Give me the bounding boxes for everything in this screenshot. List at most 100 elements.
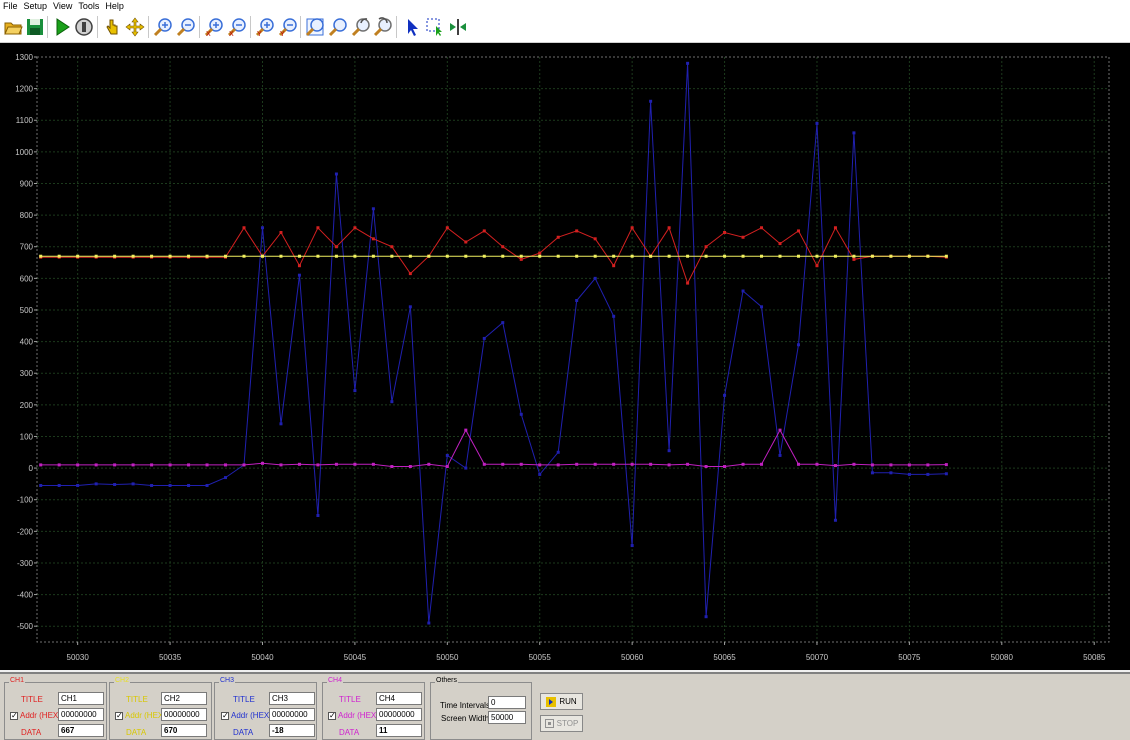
x-tick-label: 50045 — [344, 653, 367, 662]
play-button[interactable] — [51, 16, 73, 38]
menu-help[interactable]: Help — [102, 0, 127, 12]
series-4-point — [57, 463, 61, 467]
series-2-point — [519, 254, 523, 258]
select-region-button[interactable] — [424, 16, 446, 38]
ch2-title-field[interactable]: CH2 — [161, 692, 207, 705]
pointer-hand-button[interactable] — [101, 16, 123, 38]
stop-button[interactable]: STOP — [540, 715, 583, 732]
series-2-point — [593, 254, 597, 258]
series-1-point — [593, 237, 597, 241]
plot-area[interactable]: 1300 1200 1100 1000 900 800 700 600 500 400 300 200… — [0, 43, 1130, 670]
split-view-button[interactable] — [447, 16, 469, 38]
series-2-point — [279, 254, 283, 258]
ch4-enable-checkbox[interactable]: ✓ — [328, 712, 336, 720]
series-2-point — [57, 254, 61, 258]
x-tick-label: 50080 — [991, 653, 1014, 662]
series-4-point — [556, 463, 560, 467]
undo-zoom-button[interactable] — [350, 16, 372, 38]
stop-button[interactable] — [73, 16, 95, 38]
series-4-point — [408, 465, 412, 468]
ch4-addr-field[interactable]: 00000000 — [376, 708, 422, 721]
ch3-title-label: TITLE — [233, 695, 255, 704]
redo-zoom-button[interactable] — [372, 16, 394, 38]
zoom-in-y-button[interactable]: Y — [254, 16, 276, 38]
series-3-point — [76, 483, 80, 487]
toolbar-separator — [148, 16, 149, 38]
ch2-addr-field[interactable]: 00000000 — [161, 708, 207, 721]
series-4-point — [390, 465, 394, 468]
zoom-out-y-button[interactable]: Y — [277, 16, 299, 38]
ch1-title-field[interactable]: CH1 — [58, 692, 104, 705]
ch1-group: CH1 TITLE CH1 ✓ Addr (HEX) 00000000 DATA… — [4, 677, 107, 740]
series-3-point — [464, 466, 468, 470]
zoom-out-x-button[interactable]: X — [226, 16, 248, 38]
open-folder-button[interactable] — [2, 16, 24, 38]
series-1-point — [704, 245, 708, 249]
series-2-point — [612, 254, 616, 258]
ch1-addr-field[interactable]: 00000000 — [58, 708, 104, 721]
series-3-point — [482, 336, 486, 340]
ch2-enable-checkbox[interactable]: ✓ — [115, 712, 123, 720]
series-2-point — [575, 254, 579, 258]
series-4-point — [371, 462, 375, 466]
save-button[interactable] — [24, 16, 46, 38]
zoom-in-button[interactable] — [152, 16, 174, 38]
series-4-point — [852, 462, 856, 466]
ch3-enable-checkbox[interactable]: ✓ — [221, 712, 229, 720]
series-4-point — [944, 463, 948, 467]
ch4-title-field[interactable]: CH4 — [376, 692, 422, 705]
zoom-fit-button[interactable] — [304, 16, 326, 38]
ch4-title-label: TITLE — [339, 695, 361, 704]
series-1-point — [760, 226, 764, 230]
screen-width-field[interactable]: 50000 — [488, 711, 526, 724]
y-tick-label: 1300 — [15, 53, 33, 62]
y-tick-label: 600 — [20, 274, 34, 283]
series-4-point — [575, 462, 579, 466]
menu-file[interactable]: File — [0, 0, 21, 12]
zoom-in-x-button[interactable]: X — [203, 16, 225, 38]
time-intervals-field[interactable]: 0 — [488, 696, 526, 709]
series-3-point — [519, 412, 523, 416]
ch3-data-value: -18 — [269, 724, 315, 737]
series-1-point — [519, 257, 523, 261]
series-4-point — [667, 463, 671, 467]
series-2-point — [760, 254, 764, 258]
series-4-point — [686, 462, 690, 466]
series-1-point — [297, 264, 301, 268]
series-3-point — [538, 472, 542, 476]
series-4-point — [260, 461, 264, 465]
pan-button[interactable] — [124, 16, 146, 38]
menu-setup[interactable]: Setup — [21, 0, 51, 12]
ch3-title-field[interactable]: CH3 — [269, 692, 315, 705]
series-2-point — [741, 254, 745, 258]
channel-panel: CH1 TITLE CH1 ✓ Addr (HEX) 00000000 DATA… — [0, 672, 1130, 740]
ch1-enable-checkbox[interactable]: ✓ — [10, 712, 18, 720]
select-arrow-button[interactable] — [401, 16, 423, 38]
zoom-out-button[interactable] — [175, 16, 197, 38]
series-line-1 — [40, 226, 947, 285]
y-tick-label: 1000 — [15, 148, 33, 157]
screen-width-label: Screen Width — [441, 714, 490, 723]
menu-tools[interactable]: Tools — [75, 0, 102, 12]
run-button[interactable]: RUN — [540, 693, 583, 710]
toolbar-separator — [300, 16, 301, 38]
toolbar-separator — [199, 16, 200, 38]
zoom-search-button[interactable] — [327, 16, 349, 38]
menu-view[interactable]: View — [50, 0, 75, 12]
series-2-point — [371, 254, 375, 258]
series-1-point — [630, 226, 634, 230]
x-tick-label: 50065 — [713, 653, 736, 662]
line-chart[interactable]: 1300120011001000900800700600500400300200… — [0, 43, 1130, 670]
ch3-addr-field[interactable]: 00000000 — [269, 708, 315, 721]
y-tick-label: -400 — [17, 591, 34, 600]
series-1-point — [686, 281, 690, 285]
series-3-point — [944, 472, 948, 476]
zoom-fit-icon — [305, 18, 324, 37]
series-3-point — [205, 483, 209, 487]
x-tick-label: 50040 — [251, 653, 274, 662]
series-4-point — [76, 463, 80, 467]
toolbar-separator — [97, 16, 98, 38]
zoom-out-icon — [176, 18, 195, 37]
series-1-point — [408, 272, 412, 276]
series-4-point — [907, 463, 911, 467]
